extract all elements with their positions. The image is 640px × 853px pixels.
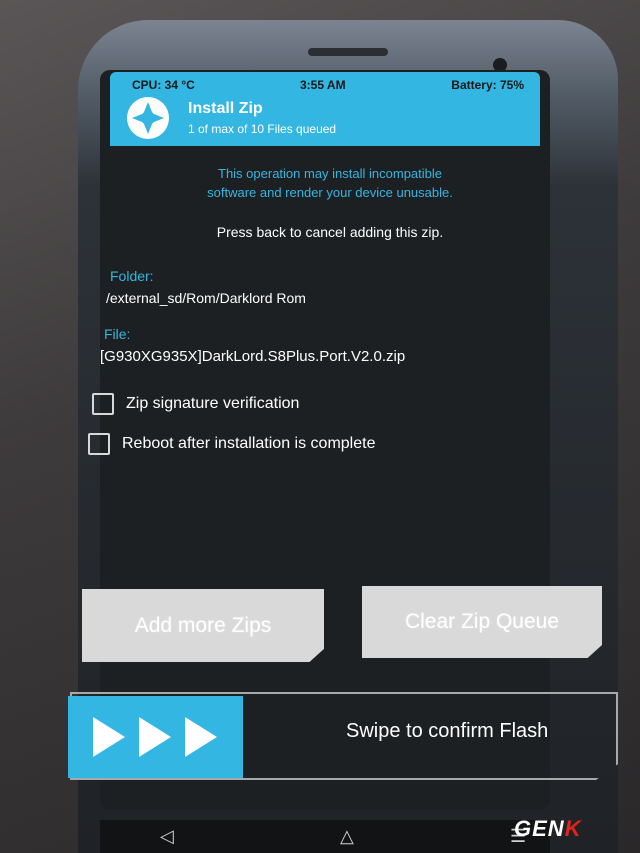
back-icon[interactable]: ◁ bbox=[160, 826, 174, 847]
swipe-label: Swipe to confirm Flash bbox=[346, 720, 549, 742]
queue-status: 1 of max of 10 Files queued bbox=[188, 122, 337, 136]
status-bar: CPU: 34 °C 3:55 AM Battery: 75% bbox=[110, 72, 540, 92]
file-label: File: bbox=[104, 326, 131, 342]
clear-zip-queue-button[interactable]: Clear Zip Queue bbox=[362, 586, 602, 658]
checkbox[interactable] bbox=[92, 393, 114, 415]
warning-line-1: This operation may install incompatible bbox=[218, 166, 442, 181]
option-zip-signature[interactable]: Zip signature verification bbox=[92, 393, 299, 415]
cancel-hint: Press back to cancel adding this zip. bbox=[216, 224, 444, 240]
swipe-handle[interactable] bbox=[68, 696, 243, 778]
clock: 3:55 AM bbox=[300, 78, 346, 92]
navigation-bar: ◁ △ ☰ bbox=[100, 820, 550, 853]
add-more-zips-button[interactable]: Add more Zips bbox=[82, 589, 324, 662]
file-name: [G930XG935X]DarkLord.S8Plus.Port.V2.0.zi… bbox=[100, 348, 406, 365]
page-title: Install Zip bbox=[188, 100, 263, 117]
option-label: Reboot after installation is complete bbox=[122, 435, 376, 452]
battery-level: Battery: 75% bbox=[451, 78, 524, 92]
cpu-temp: CPU: 34 °C bbox=[132, 78, 195, 92]
earpiece bbox=[308, 48, 388, 56]
warning-line-2: software and render your device unusable… bbox=[207, 185, 453, 200]
warning-message: This operation may install incompatible … bbox=[150, 164, 510, 202]
folder-path: /external_sd/Rom/Darklord Rom bbox=[106, 290, 306, 306]
twrp-logo-icon bbox=[127, 97, 169, 139]
option-label: Zip signature verification bbox=[126, 395, 300, 412]
watermark-text: GEN bbox=[514, 816, 565, 841]
watermark-accent: K bbox=[564, 816, 582, 841]
option-reboot-after[interactable]: Reboot after installation is complete bbox=[88, 433, 375, 455]
triple-arrow-icon bbox=[92, 717, 217, 757]
header-bar: CPU: 34 °C 3:55 AM Battery: 75% Install … bbox=[110, 72, 540, 146]
genk-watermark: GENK bbox=[514, 816, 582, 842]
checkbox[interactable] bbox=[88, 433, 110, 455]
home-icon[interactable]: △ bbox=[340, 826, 354, 847]
folder-label: Folder: bbox=[110, 268, 154, 284]
